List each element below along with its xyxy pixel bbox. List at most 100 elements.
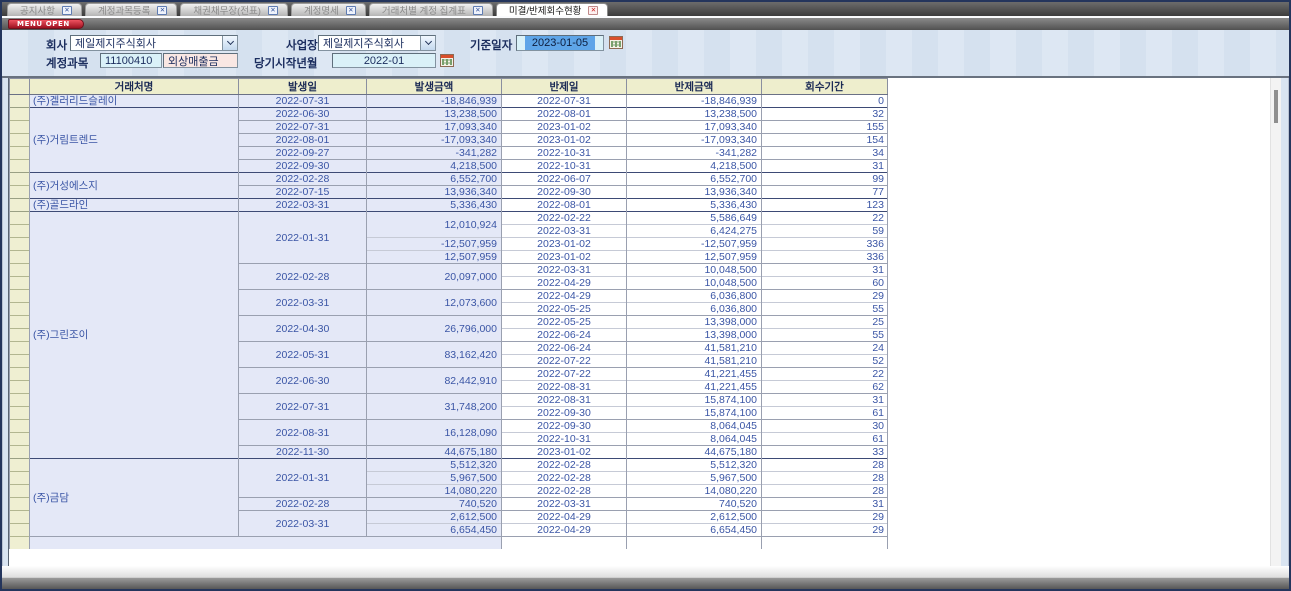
repay-amount-cell[interactable]: 8,064,045 <box>627 433 762 446</box>
customer-cell[interactable]: (주)골드라인 <box>30 199 239 212</box>
repay-amount-cell[interactable]: 41,581,210 <box>627 342 762 355</box>
customer-cell[interactable]: (주)거성에스지 <box>30 173 239 199</box>
occur-amount-cell[interactable]: 14,080,220 <box>367 485 502 498</box>
repay-date-cell[interactable]: 2022-02-28 <box>502 472 627 485</box>
collect-period-cell[interactable]: 22 <box>762 212 888 225</box>
collect-period-cell[interactable]: 55 <box>762 329 888 342</box>
repay-amount-cell[interactable]: 13,936,340 <box>627 186 762 199</box>
row-selector-cell[interactable] <box>10 420 30 433</box>
account-code-field[interactable]: 11100410 <box>100 53 162 68</box>
occur-date-cell[interactable]: 2022-04-30 <box>239 316 367 342</box>
occur-amount-cell[interactable]: 12,073,600 <box>367 290 502 316</box>
repay-amount-cell[interactable]: 41,581,210 <box>627 355 762 368</box>
occur-date-cell[interactable]: 2022-06-30 <box>239 368 367 394</box>
menu-open-button[interactable]: MENU OPEN <box>8 19 84 29</box>
occur-date-cell[interactable] <box>30 537 502 550</box>
collect-period-cell[interactable]: 24 <box>762 342 888 355</box>
occur-date-cell[interactable]: 2022-08-31 <box>239 420 367 446</box>
repay-date-cell[interactable]: 2022-03-31 <box>502 498 627 511</box>
row-selector-cell[interactable] <box>10 355 30 368</box>
tab-close-icon[interactable]: ✕ <box>473 6 483 15</box>
collect-period-cell[interactable]: 61 <box>762 407 888 420</box>
collect-period-cell[interactable]: 55 <box>762 303 888 316</box>
repay-amount-cell[interactable]: 4,218,500 <box>627 160 762 173</box>
repay-date-cell[interactable]: 2022-07-22 <box>502 355 627 368</box>
occur-amount-cell[interactable]: 13,936,340 <box>367 186 502 199</box>
occur-date-cell[interactable]: 2022-02-28 <box>239 264 367 290</box>
repay-date-cell[interactable]: 2023-01-02 <box>502 251 627 264</box>
collect-period-cell[interactable]: 61 <box>762 433 888 446</box>
row-selector-cell[interactable] <box>10 498 30 511</box>
repay-date-cell[interactable]: 2022-02-22 <box>502 212 627 225</box>
tab-close-icon[interactable]: ✕ <box>268 6 278 15</box>
collect-period-cell[interactable]: 29 <box>762 290 888 303</box>
row-selector-cell[interactable] <box>10 277 30 290</box>
collect-period-cell[interactable]: 28 <box>762 459 888 472</box>
row-selector-cell[interactable] <box>10 251 30 264</box>
collect-period-cell[interactable]: 52 <box>762 355 888 368</box>
repay-date-cell[interactable]: 2022-08-01 <box>502 199 627 212</box>
repay-date-cell[interactable] <box>502 537 627 550</box>
repay-date-cell[interactable]: 2022-08-31 <box>502 381 627 394</box>
row-selector-cell[interactable] <box>10 368 30 381</box>
collect-period-cell[interactable]: 155 <box>762 121 888 134</box>
occur-date-cell[interactable]: 2022-03-31 <box>239 290 367 316</box>
repay-date-cell[interactable]: 2022-04-29 <box>502 290 627 303</box>
tab-notice[interactable]: 공지사항 ✕ <box>7 3 82 16</box>
row-selector-cell[interactable] <box>10 329 30 342</box>
row-selector-cell[interactable] <box>10 511 30 524</box>
row-selector-cell[interactable] <box>10 407 30 420</box>
repay-amount-cell[interactable]: -341,282 <box>627 147 762 160</box>
collect-period-cell[interactable]: 30 <box>762 420 888 433</box>
repay-amount-cell[interactable]: 6,036,800 <box>627 303 762 316</box>
row-selector-cell[interactable] <box>10 212 30 225</box>
occur-date-cell[interactable]: 2022-08-01 <box>239 134 367 147</box>
row-selector-cell[interactable] <box>10 537 30 550</box>
customer-cell[interactable]: (주)그린조이 <box>30 212 239 459</box>
collect-period-cell[interactable]: 22 <box>762 368 888 381</box>
occur-amount-cell[interactable]: 5,336,430 <box>367 199 502 212</box>
repay-date-cell[interactable]: 2022-05-25 <box>502 316 627 329</box>
collect-period-cell[interactable]: 60 <box>762 277 888 290</box>
repay-date-cell[interactable]: 2022-10-31 <box>502 147 627 160</box>
repay-date-cell[interactable]: 2022-03-31 <box>502 225 627 238</box>
repay-date-cell[interactable]: 2022-06-07 <box>502 173 627 186</box>
row-selector-cell[interactable] <box>10 524 30 537</box>
row-selector-cell[interactable] <box>10 173 30 186</box>
repay-date-cell[interactable]: 2022-08-31 <box>502 394 627 407</box>
occur-amount-cell[interactable]: 83,162,420 <box>367 342 502 368</box>
occur-amount-cell[interactable]: 17,093,340 <box>367 121 502 134</box>
collect-period-cell[interactable] <box>762 537 888 550</box>
collect-period-cell[interactable]: 31 <box>762 394 888 407</box>
occur-date-cell[interactable]: 2022-11-30 <box>239 446 367 459</box>
occur-date-cell[interactable]: 2022-01-31 <box>239 459 367 498</box>
occur-date-cell[interactable]: 2022-03-31 <box>239 199 367 212</box>
collect-period-cell[interactable]: 99 <box>762 173 888 186</box>
occur-amount-cell[interactable]: -341,282 <box>367 147 502 160</box>
collect-period-cell[interactable]: 25 <box>762 316 888 329</box>
repay-amount-cell[interactable]: 2,612,500 <box>627 511 762 524</box>
occur-amount-cell[interactable]: 6,654,450 <box>367 524 502 537</box>
collect-period-cell[interactable]: 29 <box>762 524 888 537</box>
repay-amount-cell[interactable]: 41,221,455 <box>627 381 762 394</box>
row-selector-cell[interactable] <box>10 147 30 160</box>
repay-amount-cell[interactable]: 15,874,100 <box>627 394 762 407</box>
row-selector-cell[interactable] <box>10 485 30 498</box>
tab-account-register[interactable]: 계정과목등록 ✕ <box>85 3 177 16</box>
row-selector-cell[interactable] <box>10 303 30 316</box>
row-selector-cell[interactable] <box>10 316 30 329</box>
chevron-down-icon[interactable] <box>420 36 435 50</box>
repay-date-cell[interactable]: 2022-09-30 <box>502 186 627 199</box>
repay-amount-cell[interactable]: 5,967,500 <box>627 472 762 485</box>
repay-amount-cell[interactable]: 740,520 <box>627 498 762 511</box>
occur-date-cell[interactable]: 2022-01-31 <box>239 212 367 264</box>
collect-period-cell[interactable]: 32 <box>762 108 888 121</box>
repay-date-cell[interactable]: 2023-01-02 <box>502 134 627 147</box>
repay-amount-cell[interactable]: 15,874,100 <box>627 407 762 420</box>
occur-amount-cell[interactable]: -17,093,340 <box>367 134 502 147</box>
repay-date-cell[interactable]: 2022-10-31 <box>502 160 627 173</box>
collect-period-cell[interactable]: 77 <box>762 186 888 199</box>
repay-date-cell[interactable]: 2023-01-02 <box>502 238 627 251</box>
occur-amount-cell[interactable]: 44,675,180 <box>367 446 502 459</box>
repay-amount-cell[interactable]: 6,036,800 <box>627 290 762 303</box>
